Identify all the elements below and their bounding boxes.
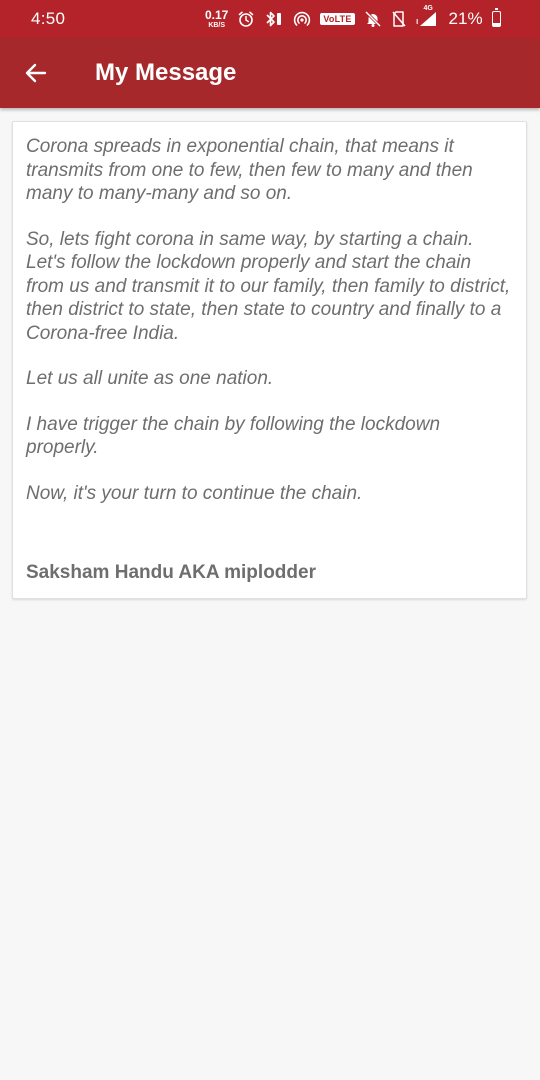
message-paragraph: Now, it's your turn to continue the chai… bbox=[26, 482, 363, 504]
page-title: My Message bbox=[95, 59, 237, 86]
message-card: Corona spreads in exponential chain, tha… bbox=[12, 121, 527, 599]
message-paragraph: So, lets fight corona in same way, by st… bbox=[26, 228, 511, 344]
bluetooth-icon bbox=[264, 10, 284, 28]
alarm-icon bbox=[237, 10, 255, 28]
bell-off-icon bbox=[364, 10, 382, 28]
message-signature: Saksham Handu AKA miplodder bbox=[26, 562, 316, 583]
volte-badge: VoLTE bbox=[320, 13, 355, 25]
signal-icon: 4G bbox=[415, 5, 438, 28]
net-speed-indicator: 0.17 KB/S bbox=[205, 9, 228, 29]
status-time: 4:50 bbox=[31, 9, 66, 28]
back-button[interactable] bbox=[18, 55, 54, 91]
message-paragraph: Let us all unite as one nation. bbox=[26, 368, 274, 389]
net-speed-value: 0.17 bbox=[205, 8, 229, 22]
message-paragraph: Corona spreads in exponential chain, tha… bbox=[26, 136, 473, 204]
battery-icon bbox=[491, 8, 501, 27]
battery-percent: 21% bbox=[448, 9, 483, 28]
hotspot-icon bbox=[293, 10, 311, 28]
battery-level-fill bbox=[492, 23, 500, 26]
status-icons: 0.17 KB/S VoLTE 4G 21% bbox=[205, 5, 501, 32]
status-bar: 4:50 0.17 KB/S VoLTE 4G 21% bbox=[0, 0, 540, 38]
arrow-back-icon bbox=[25, 63, 47, 83]
app-bar: My Message bbox=[0, 38, 540, 108]
net-speed-unit: KB/S bbox=[208, 22, 226, 29]
network-type-label: 4G bbox=[423, 5, 433, 12]
message-paragraph: I have trigger the chain by following th… bbox=[26, 413, 441, 459]
no-sim-icon bbox=[391, 10, 407, 28]
